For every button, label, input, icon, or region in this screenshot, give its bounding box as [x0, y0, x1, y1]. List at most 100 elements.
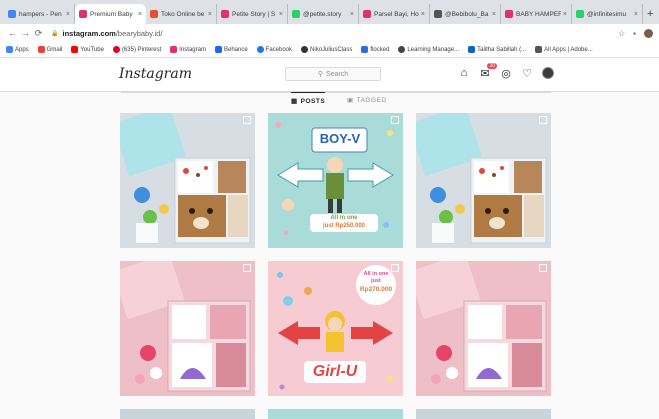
bookmark-item[interactable]: Facebook [256, 46, 293, 53]
close-tab-icon[interactable]: × [634, 11, 638, 18]
post-price: Rp270.000 [359, 286, 393, 293]
tab-tagged[interactable]: ▣ TAGGED [347, 96, 387, 105]
bookmark-item[interactable]: flocked [361, 46, 389, 53]
post-title: Girl-U [312, 363, 358, 380]
forward-arrow-icon[interactable]: → [19, 28, 32, 38]
post-thumbnail[interactable] [120, 409, 255, 419]
bookmark-item[interactable]: (635) Pinterest [112, 46, 161, 53]
flocked-icon [361, 46, 369, 53]
reload-icon[interactable]: ⟳ [32, 28, 45, 39]
browser-toolbar: ← → ⟳ 🔒 instagram.com/bearybaby.id/ ☆ ▪ [0, 24, 659, 42]
multi-post-icon [391, 264, 399, 272]
bookmark-item[interactable]: YouTube [71, 46, 104, 53]
tab-favicon-icon [576, 10, 584, 18]
tab-title: Parsel Bayi, Ho [374, 10, 419, 18]
bookmark-item[interactable]: Instagram [170, 46, 206, 53]
browser-tab[interactable]: hampers - Pen × [4, 4, 75, 24]
url-host: instagram.com [62, 28, 116, 38]
post-thumbnail[interactable] [120, 261, 255, 396]
profile-avatar[interactable] [542, 67, 554, 79]
tab-favicon-icon [150, 10, 158, 18]
post-thumbnail[interactable]: All in one just Rp270.000 Girl-U [268, 261, 403, 396]
learning-icon [398, 46, 406, 53]
multi-post-icon [391, 116, 399, 124]
tab-favicon-icon [8, 10, 16, 18]
bookmark-item[interactable]: NikoJuliusClass [301, 46, 352, 53]
bookmark-label: Behance [223, 46, 248, 53]
close-tab-icon[interactable]: × [279, 11, 283, 18]
instagram-icon [170, 46, 178, 53]
address-bar[interactable]: 🔒 instagram.com/bearybaby.id/ [51, 29, 618, 38]
bookmark-label: NikoJuliusClass [310, 46, 353, 53]
browser-tab[interactable]: Petite Story | S × [217, 4, 288, 24]
instagram-logo[interactable]: Instagram [119, 66, 192, 82]
bookmark-item[interactable]: Learning Manage... [398, 46, 459, 53]
browser-tab-active[interactable]: Premium Baby × [75, 4, 146, 24]
close-tab-icon[interactable]: × [421, 11, 425, 18]
linkedin-icon [468, 46, 476, 53]
extension-icon[interactable]: ▪ [633, 29, 636, 38]
tab-title: hampers - Pen [19, 10, 62, 18]
browser-tab[interactable]: Parsel Bayi, Ho × [359, 4, 430, 24]
close-tab-icon[interactable]: × [138, 11, 142, 18]
browser-tab[interactable]: BABY HAMPER × [501, 4, 572, 24]
bookmark-label: flocked [370, 46, 390, 53]
globe-icon [301, 46, 309, 53]
youtube-icon [71, 46, 79, 53]
bookmark-item[interactable]: Apps [6, 46, 29, 53]
bookmark-label: Gmail [46, 46, 63, 53]
browser-tab[interactable]: @infinitesimu × [572, 4, 643, 24]
apps-grid-icon [6, 46, 13, 53]
tab-tagged-label: TAGGED [356, 96, 387, 104]
close-tab-icon[interactable]: × [350, 11, 354, 18]
tab-title: @infinitesimu [587, 10, 627, 18]
close-tab-icon[interactable]: × [492, 11, 496, 18]
post-thumbnail[interactable] [416, 113, 551, 248]
bookmark-label: Instagram [179, 46, 206, 53]
back-arrow-icon[interactable]: ← [6, 28, 19, 38]
post-thumbnail[interactable] [120, 113, 255, 248]
browser-tab[interactable]: Toko Online be × [146, 4, 217, 24]
post-thumbnail[interactable] [268, 409, 403, 419]
post-title: BOY-V [319, 131, 361, 146]
bookmark-item[interactable]: Gmail [37, 46, 63, 53]
post-thumbnail[interactable]: BOY-V All in one just Rp250.000 [268, 113, 403, 248]
bookmark-item[interactable]: All Apps | Adobe... [535, 46, 593, 53]
pinterest-icon [112, 46, 120, 53]
tab-favicon-icon [363, 10, 371, 18]
bookmark-item[interactable]: Behance [214, 46, 248, 53]
browser-profile-avatar[interactable] [644, 28, 653, 38]
messenger-icon[interactable]: ✉ 20 [479, 63, 497, 80]
tab-title: Toko Online be [161, 10, 205, 18]
home-icon[interactable]: ⌂ [458, 67, 470, 79]
multi-post-icon [539, 264, 547, 272]
close-tab-icon[interactable]: × [208, 11, 212, 18]
post-thumbnail[interactable] [416, 261, 551, 396]
bookmark-item[interactable]: Talitha Sabillah (... [468, 46, 526, 53]
bookmark-star-icon[interactable]: ☆ [618, 29, 625, 38]
tab-favicon-icon [292, 10, 300, 18]
explore-compass-icon[interactable]: ◎ [500, 67, 512, 80]
tab-favicon-icon [221, 10, 229, 18]
grid-icon: ▦ [291, 98, 298, 105]
close-tab-icon[interactable]: × [563, 11, 567, 18]
tab-title: Premium Baby [90, 10, 133, 18]
heart-icon[interactable]: ♡ [521, 67, 533, 80]
tab-posts-label: POSTS [300, 97, 326, 105]
search-input[interactable]: ⚲ Search [285, 67, 381, 81]
bookmark-label: Talitha Sabillah (... [477, 46, 527, 53]
search-placeholder: Search [325, 70, 349, 78]
baby-gift-box-photo [120, 113, 255, 248]
tab-posts[interactable]: ▦ POSTS [291, 92, 326, 105]
search-icon: ⚲ [317, 71, 323, 78]
browser-tab[interactable]: @Bebibolu_Ba × [430, 4, 501, 24]
tab-title: Petite Story | S [232, 10, 276, 18]
close-tab-icon[interactable]: × [66, 11, 70, 18]
tagged-icon: ▣ [347, 97, 354, 104]
bookmark-label: All Apps | Adobe... [544, 46, 593, 53]
new-tab-button[interactable]: + [647, 8, 653, 20]
browser-tab[interactable]: @petite.story × [288, 4, 359, 24]
bookmark-label: Facebook [265, 46, 293, 53]
post-thumbnail[interactable] [416, 409, 551, 419]
instagram-header: Instagram ⚲ Search ⌂ ✉ 20 ◎ ♡ [0, 58, 659, 92]
